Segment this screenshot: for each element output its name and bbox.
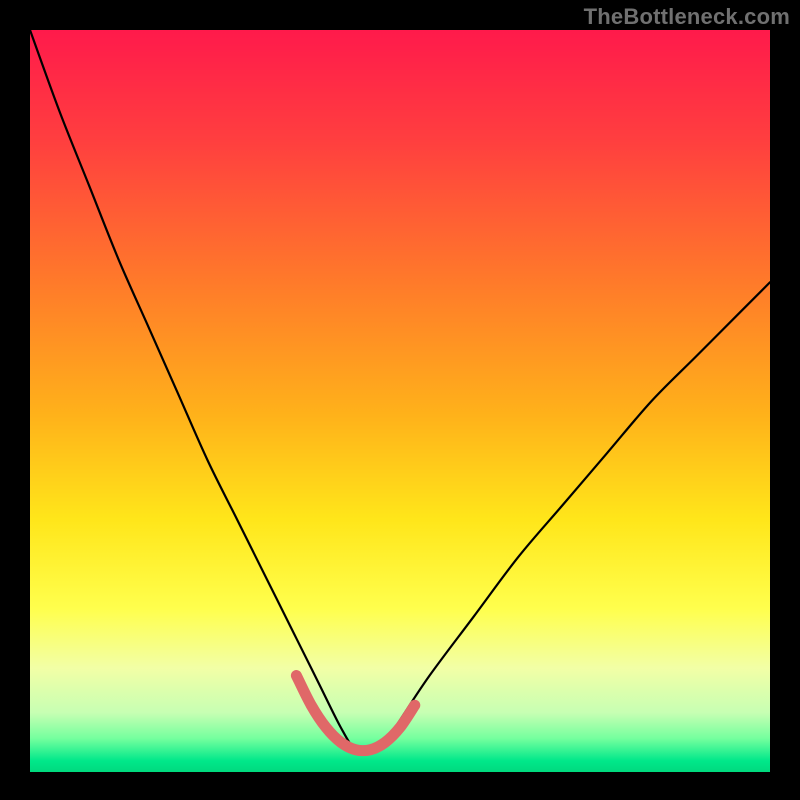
watermark-text: TheBottleneck.com <box>584 4 790 30</box>
bottleneck-chart <box>0 0 800 800</box>
plot-background <box>30 30 770 772</box>
chart-frame: TheBottleneck.com <box>0 0 800 800</box>
